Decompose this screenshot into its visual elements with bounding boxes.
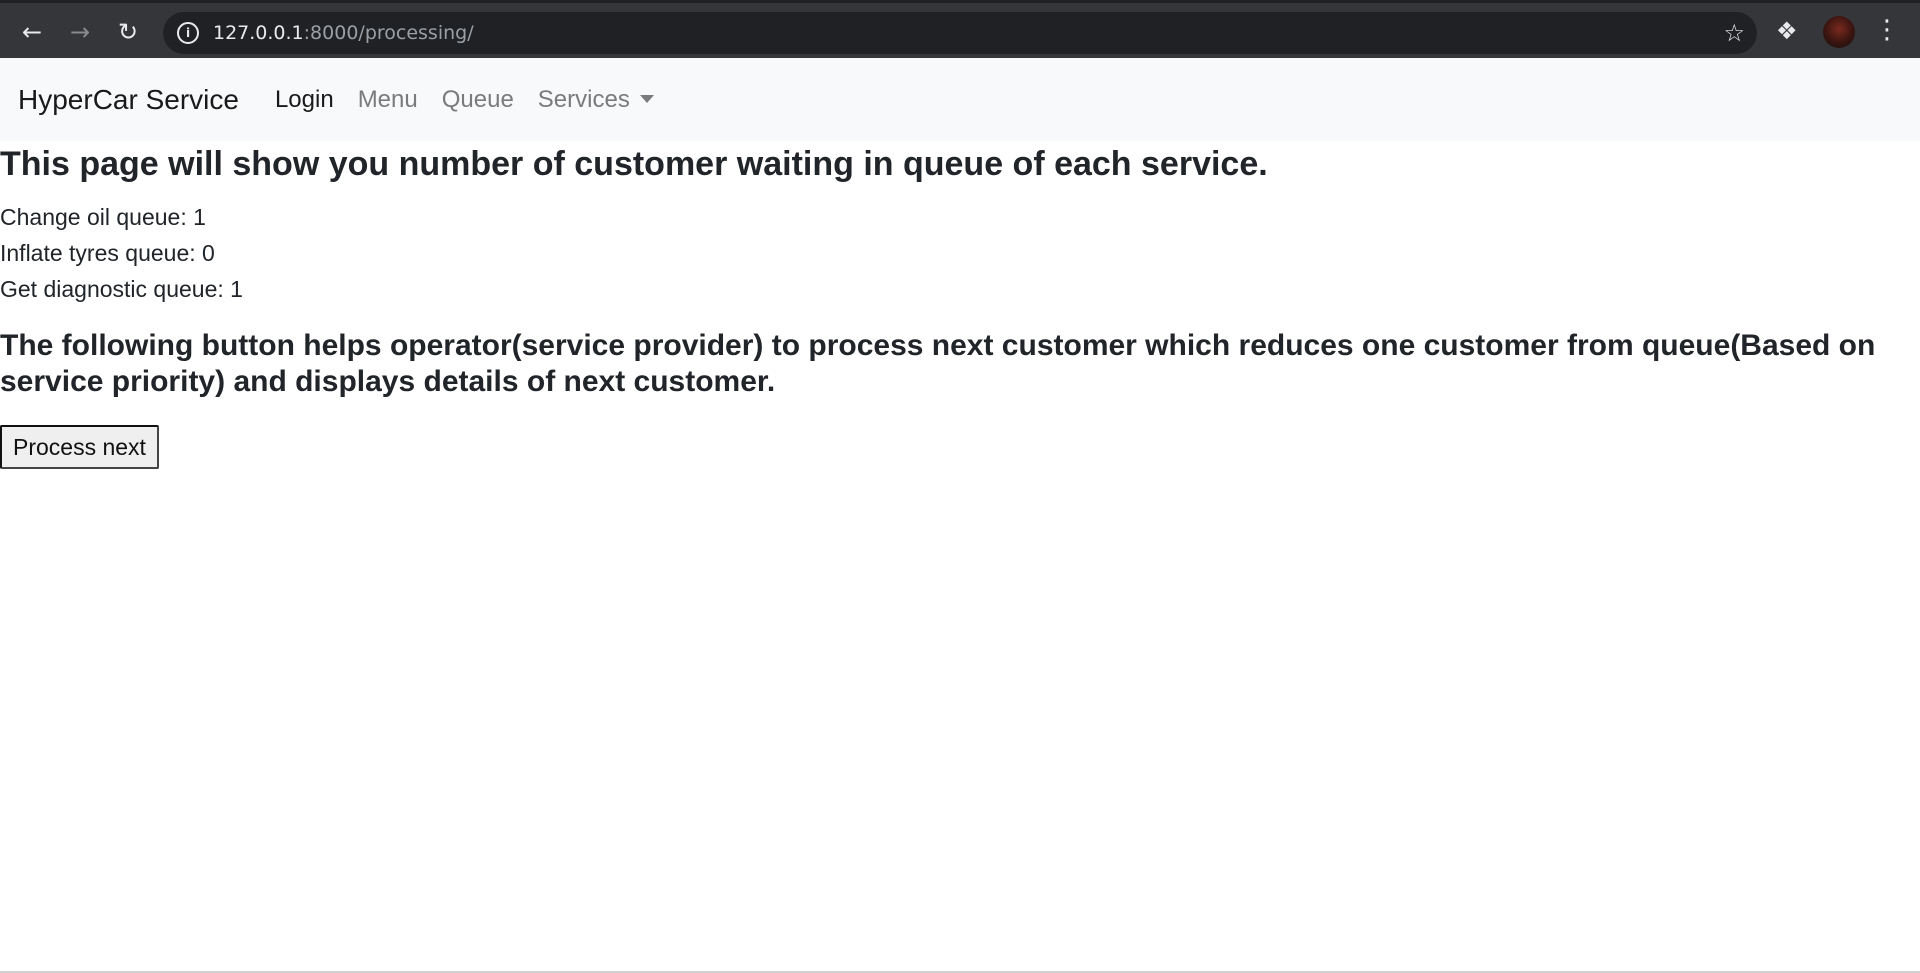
queue-inflate-tyres: Inflate tyres queue: 0 [0, 240, 215, 266]
nav-link-services-label: Services [537, 85, 630, 113]
queue-change-oil: Change oil queue: 1 [0, 204, 206, 230]
nav-link-services[interactable]: Services [538, 86, 654, 114]
site-navbar: HyperCar Service Login Menu Queue Servic… [0, 58, 1920, 141]
reload-icon[interactable]: ↻ [111, 15, 145, 49]
avatar[interactable] [1823, 16, 1855, 48]
vertical-dots-icon[interactable]: ⋮ [1874, 15, 1900, 45]
forward-arrow-icon[interactable]: → [63, 15, 97, 49]
page-heading: This page will show you number of custom… [0, 145, 1268, 183]
address-bar[interactable]: i 127.0.0.1:8000/processing/ ☆ [163, 12, 1757, 54]
queue-get-diagnostic: Get diagnostic queue: 1 [0, 276, 243, 302]
url-host: 127.0.0.1 [213, 22, 304, 44]
browser-toolbar: ← → ↻ i 127.0.0.1:8000/processing/ ☆ ❖ ⋮ [0, 0, 1920, 58]
url-path: :8000/processing/ [303, 22, 474, 44]
nav-link-queue[interactable]: Queue [442, 86, 514, 114]
process-info-text: The following button helps operator(serv… [0, 329, 1876, 398]
url-text[interactable]: 127.0.0.1:8000/processing/ [213, 22, 474, 44]
info-icon[interactable]: i [177, 22, 199, 44]
brand-link[interactable]: HyperCar Service [18, 84, 239, 116]
nav-link-menu[interactable]: Menu [358, 86, 418, 114]
star-icon[interactable]: ☆ [1723, 19, 1745, 47]
process-next-button[interactable]: Process next [0, 425, 159, 469]
back-arrow-icon[interactable]: ← [15, 15, 49, 49]
puzzle-icon[interactable]: ❖ [1776, 17, 1798, 45]
caret-down-icon [639, 94, 654, 103]
nav-link-login[interactable]: Login [275, 86, 334, 114]
